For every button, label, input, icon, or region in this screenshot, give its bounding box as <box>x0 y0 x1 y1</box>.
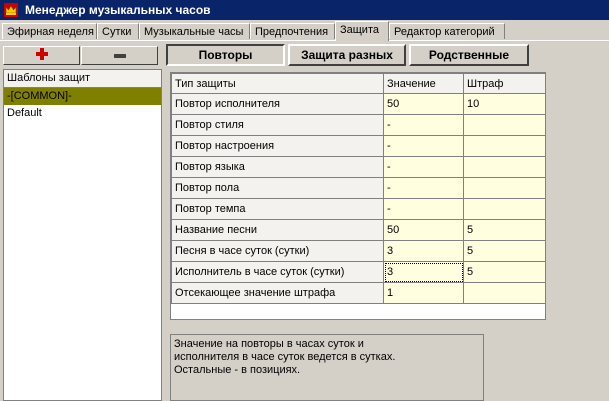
tab-category-editor[interactable]: Редактор категорий <box>389 23 505 39</box>
column-header-penalty: Штраф <box>463 73 546 94</box>
table-row: Песня в часе суток (сутки) 3 5 <box>171 240 546 262</box>
protection-type-cell: Повтор темпа <box>171 198 384 220</box>
protection-type-cell: Повтор исполнителя <box>171 93 384 115</box>
protection-type-cell: Песня в часе суток (сутки) <box>171 240 384 262</box>
table-row: Название песни 50 5 <box>171 219 546 241</box>
value-cell[interactable]: - <box>383 156 464 178</box>
value-cell[interactable]: 1 <box>383 282 464 304</box>
note-line: Остальные - в позициях. <box>174 364 301 376</box>
column-header-value: Значение <box>383 73 464 94</box>
value-cell[interactable]: - <box>383 135 464 157</box>
tab-music-clocks[interactable]: Музыкальные часы <box>139 23 250 39</box>
list-item[interactable]: -[COMMON]- <box>4 88 161 105</box>
templates-list-header: Шаблоны защит <box>4 70 161 88</box>
note-line: исполнителя в часе суток ведется в сутка… <box>174 351 396 363</box>
table-row: Повтор настроения - <box>171 135 546 157</box>
table-row: Исполнитель в часе суток (сутки) 3 5 <box>171 261 546 283</box>
table-row: Повтор пола - <box>171 177 546 199</box>
protection-type-cell: Название песни <box>171 219 384 241</box>
penalty-cell[interactable]: 5 <box>463 240 546 262</box>
value-cell[interactable]: - <box>383 198 464 220</box>
value-cell[interactable]: - <box>383 114 464 136</box>
templates-toolbar <box>3 44 162 68</box>
table-row: Повтор стиля - <box>171 114 546 136</box>
protection-type-cell: Повтор пола <box>171 177 384 199</box>
add-template-button[interactable] <box>3 46 80 65</box>
different-protection-button[interactable]: Защита разных <box>288 44 406 66</box>
info-note: Значение на повторы в часах суток и испо… <box>170 334 484 401</box>
protection-grid: Тип защиты Значение Штраф Повтор исполни… <box>170 72 546 320</box>
window-title: Менеджер музыкальных часов <box>25 3 211 17</box>
repeats-button[interactable]: Повторы <box>166 44 285 66</box>
protection-type-cell: Повтор настроения <box>171 135 384 157</box>
protection-type-cell: Повтор языка <box>171 156 384 178</box>
minus-icon <box>113 50 126 62</box>
tab-day[interactable]: Сутки <box>97 23 139 39</box>
penalty-cell[interactable] <box>463 114 546 136</box>
note-line: Значение на повторы в часах суток и <box>174 338 364 350</box>
protection-type-cell: Исполнитель в часе суток (сутки) <box>171 261 384 283</box>
tab-broadcast-week[interactable]: Эфирная неделя <box>2 23 97 39</box>
title-bar: Менеджер музыкальных часов <box>0 0 609 20</box>
value-cell[interactable]: 50 <box>383 219 464 241</box>
penalty-cell[interactable] <box>463 282 546 304</box>
value-cell[interactable]: 50 <box>383 93 464 115</box>
table-row: Повтор языка - <box>171 156 546 178</box>
table-row: Повтор темпа - <box>171 198 546 220</box>
table-row: Повтор исполнителя 50 10 <box>171 93 546 115</box>
penalty-cell[interactable] <box>463 198 546 220</box>
value-cell[interactable]: - <box>383 177 464 199</box>
penalty-cell[interactable]: 10 <box>463 93 546 115</box>
tab-protection[interactable]: Защита <box>335 21 389 41</box>
penalty-cell[interactable] <box>463 177 546 199</box>
penalty-cell[interactable] <box>463 135 546 157</box>
penalty-cell[interactable]: 5 <box>463 219 546 241</box>
protection-type-cell: Отсекающее значение штрафа <box>171 282 384 304</box>
tab-preferences[interactable]: Предпочтения <box>250 23 335 39</box>
value-cell[interactable]: 3 <box>383 240 464 262</box>
penalty-cell[interactable] <box>463 156 546 178</box>
penalty-cell[interactable]: 5 <box>463 261 546 283</box>
list-item[interactable]: Default <box>4 105 161 122</box>
main-tabs: Эфирная неделя Сутки Музыкальные часы Пр… <box>0 21 609 41</box>
templates-list[interactable]: Шаблоны защит -[COMMON]- Default <box>3 69 162 401</box>
related-button[interactable]: Родственные <box>409 44 529 66</box>
crown-icon <box>3 2 19 18</box>
remove-template-button[interactable] <box>81 46 158 65</box>
table-row: Отсекающее значение штрафа 1 <box>171 282 546 304</box>
value-cell[interactable]: 3 <box>383 261 464 283</box>
protection-type-cell: Повтор стиля <box>171 114 384 136</box>
column-header-type: Тип защиты <box>171 73 384 94</box>
plus-icon <box>35 48 48 63</box>
grid-header-row: Тип защиты Значение Штраф <box>171 73 546 94</box>
templates-panel: Шаблоны защит -[COMMON]- Default <box>3 44 162 401</box>
